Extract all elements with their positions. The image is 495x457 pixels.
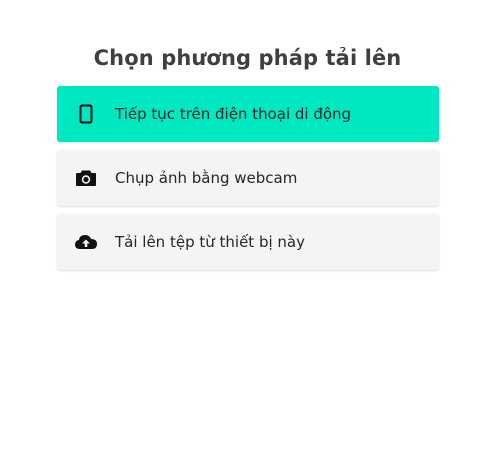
upload-method-page: Chọn phương pháp tải lên Tiếp tục trên đ… (0, 0, 495, 457)
option-label: Chụp ảnh bằng webcam (115, 169, 298, 187)
option-label: Tiếp tục trên điện thoại di động (115, 105, 352, 123)
webcam-capture-button[interactable]: Chụp ảnh bằng webcam (57, 150, 439, 206)
upload-options-list: Tiếp tục trên điện thoại di động Chụp ản… (57, 86, 439, 278)
option-label: Tải lên tệp từ thiết bị này (115, 233, 305, 251)
upload-from-device-button[interactable]: Tải lên tệp từ thiết bị này (57, 214, 439, 270)
continue-on-mobile-button[interactable]: Tiếp tục trên điện thoại di động (57, 86, 439, 142)
cloud-upload-icon (57, 214, 115, 270)
page-title: Chọn phương pháp tải lên (93, 46, 402, 70)
mobile-phone-icon (57, 86, 115, 142)
camera-icon (57, 150, 115, 206)
